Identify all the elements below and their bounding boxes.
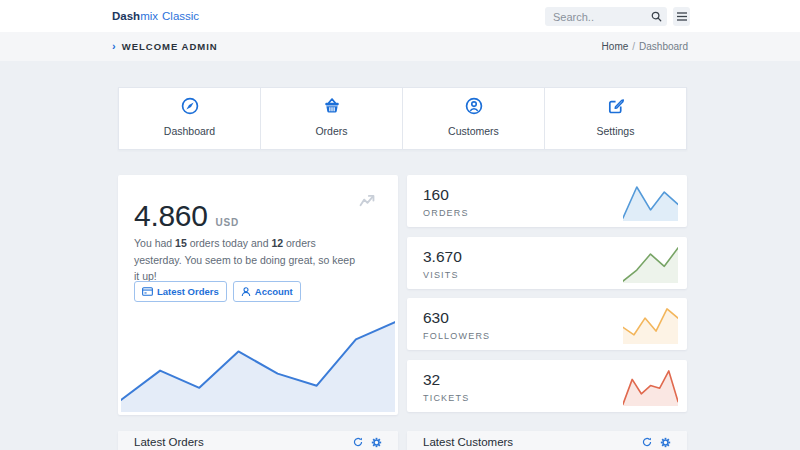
stat-value: 630 [423,310,449,326]
latest-orders-button[interactable]: Latest Orders [134,281,227,302]
edit-icon [607,97,625,115]
gear-icon[interactable] [660,437,671,448]
latest-orders-card: Latest Orders [118,431,398,450]
brand-logo[interactable]: Dashmix Classic [112,0,199,32]
user-circle-icon [465,97,483,115]
basket-icon [323,97,341,115]
search-input[interactable] [545,11,647,23]
card-title: Latest Customers [423,436,642,448]
followers-sparkline [623,307,678,344]
earnings-chart [121,311,395,412]
wallet-icon [142,287,153,296]
nav-card-orders[interactable]: Orders [261,88,403,149]
chart-icon [359,195,375,207]
card-header: Latest Orders [118,431,398,450]
compass-icon [181,97,199,115]
breadcrumb-current: Dashboard [639,41,688,52]
stat-card-visits: 3.670 VISITS [407,237,687,289]
earnings-card: 4.860 USD You had 15 orders today and 12… [118,175,398,415]
stat-value: 160 [423,187,449,203]
stat-card-followers: 630 FOLLOWERS [407,298,687,350]
user-icon [241,287,251,297]
latest-customers-card: Latest Customers [407,431,687,450]
stat-card-tickets: 32 TICKETS [407,360,687,412]
breadcrumb-home[interactable]: Home [602,41,629,52]
stat-label: FOLLOWERS [423,331,490,341]
search-box [545,7,667,26]
page-title-row: › WELCOME ADMIN [112,32,218,61]
earnings-value: 4.860 [134,199,208,233]
earnings-value-row: 4.860 USD [134,199,239,233]
nav-card-customers[interactable]: Customers [403,88,545,149]
nav-card-settings[interactable]: Settings [545,88,686,149]
refresh-icon[interactable] [642,437,652,447]
nav-card-label: Orders [315,125,347,137]
chevron-right-icon: › [112,40,116,52]
gear-icon[interactable] [371,437,382,448]
earnings-summary: You had 15 orders today and 12 orders ye… [134,235,362,285]
stat-label: VISITS [423,270,459,280]
page-hero: › WELCOME ADMIN Home / Dashboard [0,32,800,61]
account-button[interactable]: Account [233,281,301,302]
nav-card-label: Settings [597,125,635,137]
orders-sparkline [623,184,678,221]
nav-card-dashboard[interactable]: Dashboard [119,88,261,149]
earnings-currency: USD [216,217,240,228]
earnings-actions: Latest Orders Account [134,281,301,302]
breadcrumb-separator: / [632,41,635,52]
brand-light: mix [140,10,158,22]
search-icon[interactable] [647,7,665,26]
breadcrumb: Home / Dashboard [602,32,688,61]
stat-value: 3.670 [423,249,462,265]
visits-sparkline [623,246,678,283]
stat-value: 32 [423,372,440,388]
stat-card-orders: 160 ORDERS [407,175,687,227]
stat-label: ORDERS [423,208,469,218]
page-title: WELCOME ADMIN [122,41,218,52]
hamburger-icon [677,12,687,21]
app-header: Dashmix Classic [0,0,800,32]
quick-nav-row: Dashboard Orders Customers Settings [118,87,687,150]
tickets-sparkline [623,369,678,406]
stat-label: TICKETS [423,393,469,403]
card-header: Latest Customers [407,431,687,450]
brand-bold: Dash [112,10,140,22]
brand-variant: Classic [162,10,199,22]
menu-toggle-button[interactable] [673,7,690,26]
nav-card-label: Customers [448,125,499,137]
nav-card-label: Dashboard [164,125,215,137]
refresh-icon[interactable] [353,437,363,447]
card-title: Latest Orders [134,436,353,448]
